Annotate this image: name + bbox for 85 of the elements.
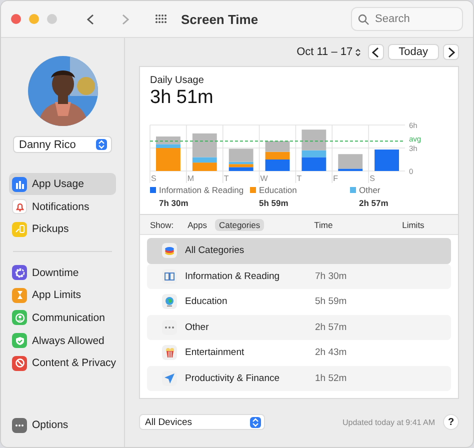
day-label: F: [333, 174, 338, 183]
window-title: Screen Time: [181, 12, 258, 26]
category-time: 7h 30m: [315, 270, 347, 282]
sidebar-item[interactable]: App Usage: [9, 173, 116, 195]
bar-segment: [265, 141, 290, 152]
device-select[interactable]: All Devices: [139, 414, 265, 430]
sidebar-item[interactable]: Communication: [9, 306, 116, 329]
search-field[interactable]: Search: [351, 7, 463, 31]
bar-segment: [374, 150, 399, 171]
sidebar-item[interactable]: Downtime: [9, 262, 116, 284]
category-time: 1h 52m: [315, 372, 347, 384]
sidebar-item[interactable]: Pickups: [9, 218, 116, 240]
category-name: Productivity & Finance: [185, 372, 281, 384]
stepper-icon: [252, 418, 259, 426]
sidebar-label: App Limits: [32, 289, 82, 302]
category-row[interactable]: Other 2h 57m: [147, 314, 451, 340]
column-header: Limits: [402, 220, 424, 230]
close-button[interactable]: [11, 14, 21, 24]
grid-icon[interactable]: [155, 14, 167, 24]
forward-icon: [122, 14, 129, 24]
help-button[interactable]: ?: [443, 414, 459, 430]
legend-item: Information & Reading: [150, 185, 250, 195]
category-name: All Categories: [185, 245, 246, 256]
sidebar-label: Content & Privacy: [32, 357, 116, 370]
sidebar-label: Communication: [32, 312, 105, 324]
updated-status: Updated today at 9:41 AM: [342, 418, 435, 426]
category-time: 2h 57m: [315, 322, 347, 333]
next-button[interactable]: [443, 44, 459, 60]
view-toggle[interactable]: Apps: [184, 218, 211, 230]
sidebar-item[interactable]: Content & Privacy: [9, 352, 116, 374]
sidebar-label: Options: [32, 419, 68, 432]
previous-button[interactable]: [368, 44, 384, 60]
sidebar-label: Pickups: [32, 223, 69, 236]
options-button[interactable]: Options: [9, 414, 116, 436]
chevron-right-icon: [448, 46, 454, 58]
day-label: W: [260, 174, 268, 183]
ellipsis-icon: [162, 320, 177, 335]
day-label: T: [224, 174, 229, 183]
category-row[interactable]: Information & Reading 7h 30m: [147, 264, 451, 289]
category-row[interactable]: Education 5h 59m: [147, 289, 451, 314]
user-select[interactable]: Danny Rico: [13, 136, 112, 153]
day-label: T: [296, 174, 302, 183]
stack-icon: [162, 243, 177, 258]
book-icon: [162, 268, 177, 284]
sidebar-label: Notifications: [32, 200, 90, 213]
category-row[interactable]: Entertainment 2h 43m: [147, 340, 451, 366]
category-name: Entertainment: [185, 347, 246, 358]
stepper-icon: [98, 140, 105, 149]
category-name: Other: [185, 322, 210, 333]
sidebar-label: App Usage: [32, 178, 84, 190]
sidebar-item[interactable]: App Limits: [9, 284, 116, 306]
search-input[interactable]: Search: [373, 12, 453, 26]
bar-segment: [192, 162, 217, 171]
search-icon: [358, 14, 369, 24]
legend-total: 5h 59m: [258, 198, 290, 208]
sidebar-item[interactable]: Always Allowed: [9, 330, 116, 352]
sidebar-item[interactable]: Notifications: [9, 196, 116, 218]
view-toggle[interactable]: Categories: [215, 218, 264, 230]
globe-icon: [162, 294, 177, 310]
legend-item: Education: [250, 185, 350, 195]
legend-item: Other: [350, 185, 448, 195]
sidebar-label: Always Allowed: [32, 334, 104, 347]
day-label: S: [151, 174, 156, 183]
legend-total: 7h 30m: [158, 198, 190, 208]
day-label: M: [187, 174, 194, 183]
category-row[interactable]: All Categories: [147, 238, 451, 264]
stepper-icon: [354, 48, 361, 56]
today-button[interactable]: Today: [388, 44, 439, 60]
back-icon: [87, 14, 94, 24]
category-name: Information & Reading: [185, 270, 281, 282]
popcorn-icon: [162, 345, 177, 360]
category-row[interactable]: Productivity & Finance 1h 52m: [147, 366, 451, 391]
legend-total: 2h 57m: [358, 198, 390, 208]
sidebar-label: Downtime: [32, 266, 79, 279]
show-label: Show:: [150, 220, 174, 230]
chevron-left-icon: [372, 46, 380, 58]
category-name: Education: [185, 296, 228, 308]
card-title: Daily Usage: [150, 75, 205, 86]
total-usage: 3h 51m: [150, 87, 214, 109]
column-header: Time: [314, 220, 334, 230]
paper-plane-icon: [162, 370, 177, 386]
day-label: S: [370, 174, 375, 183]
category-time: 2h 43m: [315, 347, 347, 358]
date-range-select[interactable]: Oct 11 – 17: [294, 46, 364, 58]
category-time: 5h 59m: [315, 296, 347, 308]
